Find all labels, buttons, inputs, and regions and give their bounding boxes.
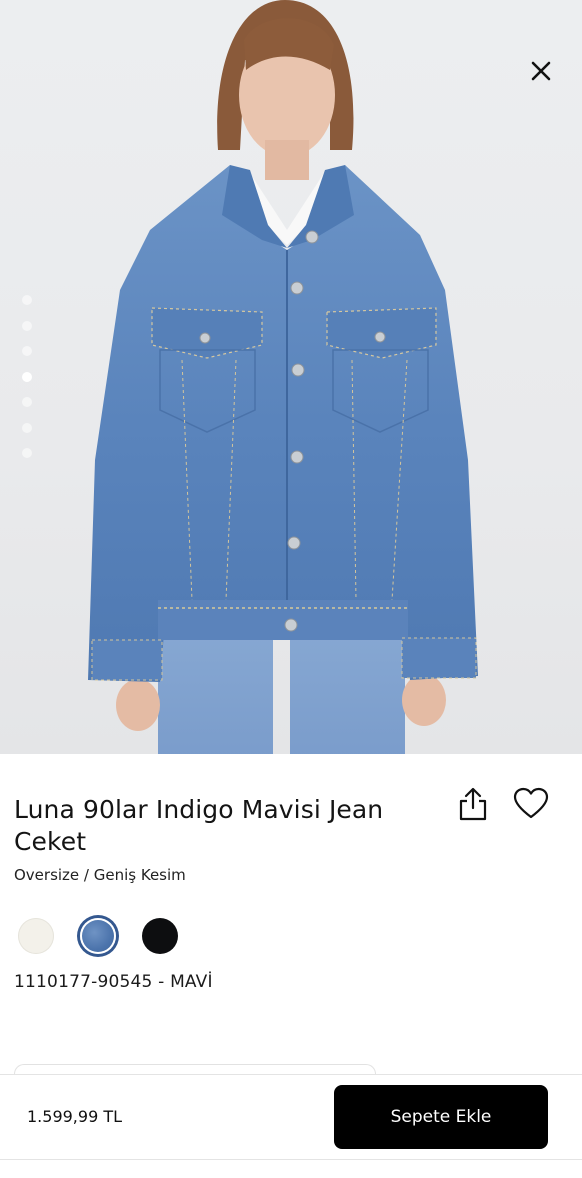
product-fit: Oversize / Geniş Kesim: [14, 866, 186, 884]
color-swatch-black[interactable]: [142, 918, 178, 954]
favorite-button[interactable]: [513, 787, 549, 821]
gallery-dot[interactable]: [22, 448, 32, 458]
product-title: Luna 90lar Indigo Mavisi Jean Ceket: [14, 795, 384, 856]
color-swatch-cream[interactable]: [18, 918, 54, 954]
close-button[interactable]: [526, 56, 556, 86]
heart-icon: [513, 787, 549, 819]
gallery-dot[interactable]: [22, 346, 32, 356]
gallery-dot[interactable]: [22, 422, 32, 433]
gallery-dot[interactable]: [22, 397, 32, 407]
gallery-dot[interactable]: [22, 295, 32, 305]
gallery-dot[interactable]: [22, 320, 32, 331]
gallery-pagination: [22, 295, 32, 458]
share-icon: [459, 787, 487, 821]
product-image[interactable]: [0, 0, 582, 754]
product-price: 1.599,99 TL: [27, 1107, 123, 1126]
add-to-cart-button[interactable]: Sepete Ekle: [334, 1085, 548, 1149]
gallery-dot-active[interactable]: [22, 371, 32, 382]
share-button[interactable]: [456, 786, 490, 822]
product-sku: 1110177-90545 - MAVİ: [14, 972, 213, 992]
close-icon: [531, 61, 551, 81]
purchase-bar: 1.599,99 TL Sepete Ekle: [0, 1074, 582, 1160]
color-swatches: [18, 918, 178, 954]
color-swatch-denim-selected[interactable]: [80, 918, 116, 954]
model-photo: [88, 0, 478, 754]
